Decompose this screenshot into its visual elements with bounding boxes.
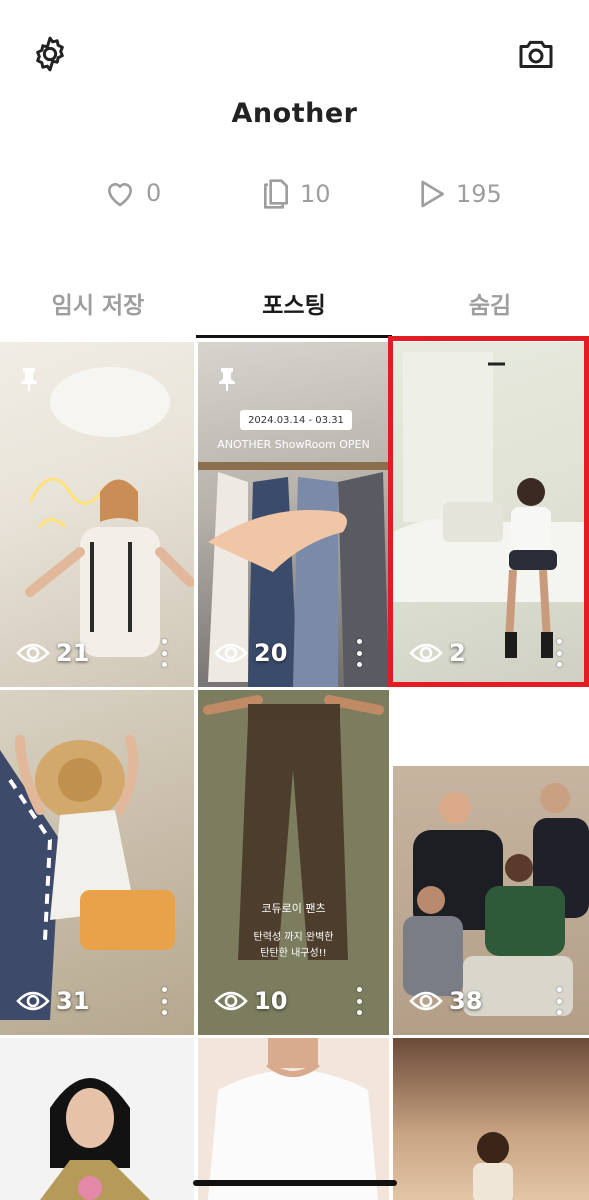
tab-posting[interactable]: 포스팅 — [196, 268, 392, 338]
post-overlay-line: 코듀로이 팬츠 — [261, 902, 326, 915]
post-tile[interactable]: 38 — [393, 690, 589, 1035]
more-options-button[interactable] — [555, 639, 563, 667]
copy-icon — [264, 179, 288, 209]
post-tile[interactable] — [198, 1038, 389, 1200]
view-count: 20 — [214, 639, 287, 667]
eye-icon — [16, 991, 50, 1011]
post-image — [40, 1078, 150, 1200]
more-options-button[interactable] — [355, 639, 363, 667]
more-options-button[interactable] — [555, 987, 563, 1015]
more-options-button[interactable] — [355, 987, 363, 1015]
post-grid: 21 2024.03.14 - 03.31 ANOTHER ShowRoom O… — [0, 336, 589, 1200]
post-overlay-text: ANOTHER ShowRoom OPEN — [217, 438, 370, 451]
tab-drafts[interactable]: 임시 저장 — [0, 268, 196, 338]
eye-icon — [214, 643, 248, 663]
more-options-button[interactable] — [160, 639, 168, 667]
posts-stat[interactable]: 10 — [262, 178, 331, 210]
view-count: 10 — [214, 987, 287, 1015]
post-image — [403, 783, 589, 1016]
tab-hidden[interactable]: 숨김 — [392, 268, 588, 338]
post-tile[interactable]: 21 — [0, 342, 194, 687]
top-bar — [0, 0, 589, 100]
posts-count: 10 — [300, 180, 331, 208]
post-image — [473, 1132, 513, 1200]
post-overlay-date: 2024.03.14 - 03.31 — [240, 410, 352, 430]
pin-icon — [216, 366, 238, 396]
post-image — [203, 695, 384, 960]
post-tile[interactable]: 코듀로이 팬츠 탄력성 까지 완벽한 탄탄한 내구성!! 10 — [198, 690, 389, 1035]
tab-bar: 임시 저장 포스팅 숨김 — [0, 268, 589, 340]
camera-button[interactable] — [514, 32, 558, 76]
post-image — [393, 352, 589, 658]
eye-icon — [409, 991, 443, 1011]
page-title: Another — [231, 98, 358, 129]
likes-count: 0 — [146, 179, 162, 207]
home-indicator — [193, 1180, 397, 1186]
pin-icon — [18, 366, 40, 396]
view-count: 21 — [16, 639, 89, 667]
camera-icon — [519, 40, 553, 68]
view-count: 2 — [409, 639, 466, 667]
post-tile[interactable] — [393, 1038, 589, 1200]
heart-icon — [108, 183, 132, 207]
post-tile[interactable]: 31 — [0, 690, 194, 1035]
likes-stat[interactable]: 0 — [104, 178, 161, 208]
stats-row: 0 10 195 — [0, 178, 589, 224]
eye-icon — [409, 643, 443, 663]
view-count: 38 — [409, 987, 482, 1015]
post-tile[interactable]: 2 — [393, 342, 589, 687]
eye-icon — [214, 991, 248, 1011]
post-tile[interactable] — [0, 1038, 194, 1200]
post-image — [208, 1038, 378, 1200]
post-overlay-line: 탄력성 까지 완벽한 — [253, 932, 334, 943]
post-image — [0, 735, 175, 1020]
play-icon — [421, 180, 444, 208]
plays-stat[interactable]: 195 — [418, 178, 502, 210]
gear-icon — [36, 36, 64, 72]
more-options-button[interactable] — [160, 987, 168, 1015]
eye-icon — [16, 643, 50, 663]
post-overlay-line: 탄탄한 내구성!! — [260, 948, 327, 959]
post-tile[interactable]: 2024.03.14 - 03.31 ANOTHER ShowRoom OPEN… — [198, 342, 389, 687]
plays-count: 195 — [456, 180, 502, 208]
settings-button[interactable] — [28, 32, 72, 76]
active-tab-indicator — [196, 335, 392, 338]
view-count: 31 — [16, 987, 89, 1015]
